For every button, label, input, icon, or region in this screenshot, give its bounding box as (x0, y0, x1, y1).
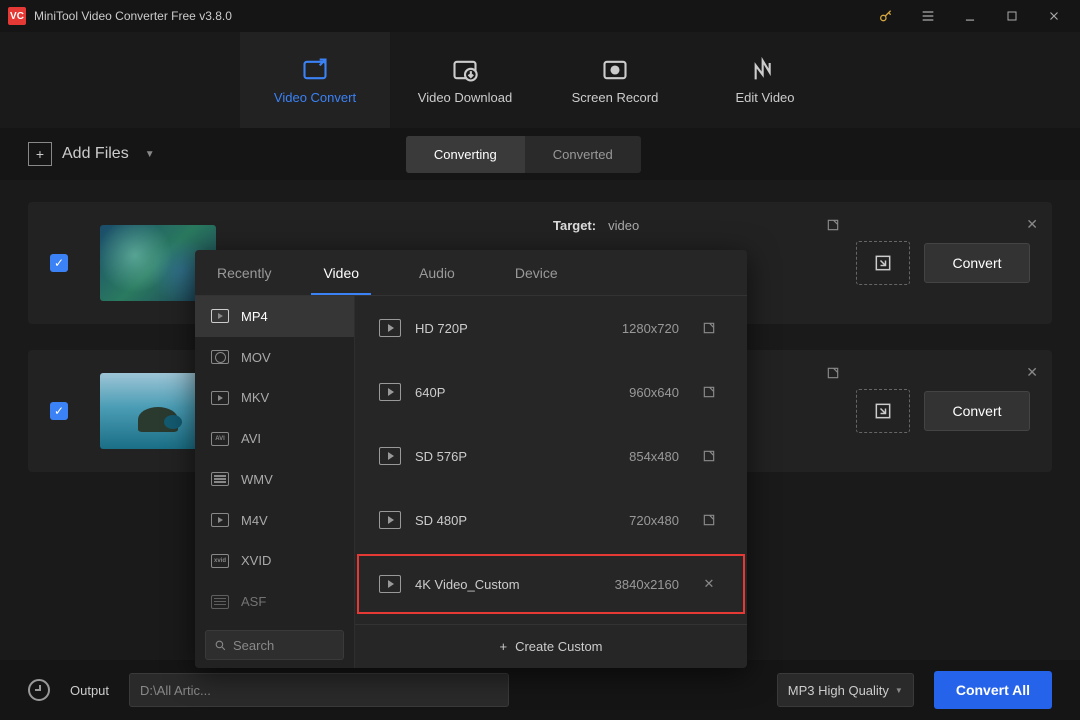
edit-preset-icon[interactable] (701, 384, 717, 400)
convert-button[interactable]: Convert (924, 243, 1030, 283)
status-segmented: Converting Converted (406, 136, 641, 173)
add-files-button[interactable]: + Add Files ▼ (28, 142, 155, 166)
menu-icon[interactable] (910, 0, 946, 32)
output-path-field[interactable]: D:\All Artic... (129, 673, 509, 707)
close-window-button[interactable] (1036, 0, 1072, 32)
create-custom-button[interactable]: + Create Custom (355, 624, 747, 668)
format-mkv[interactable]: MKV (195, 378, 354, 419)
search-placeholder: Search (233, 638, 274, 653)
resolution-list[interactable]: HD 720P 1280x720 640P 960x640 SD 576P 85… (355, 296, 747, 668)
plus-icon: + (499, 639, 507, 654)
tab-label: Edit Video (735, 90, 794, 105)
video-file-icon (379, 575, 401, 593)
app-title: MiniTool Video Converter Free v3.8.0 (34, 9, 232, 23)
plus-icon: + (28, 142, 52, 166)
format-category-tabs: Recently Video Audio Device (195, 250, 747, 296)
tab-label: Video Download (418, 90, 512, 105)
edit-target-icon[interactable] (826, 218, 840, 235)
tab-edit-video[interactable]: Edit Video (690, 32, 840, 128)
tab-label: Video Convert (274, 90, 356, 105)
tab-recently[interactable]: Recently (195, 250, 293, 295)
format-list[interactable]: MP4 MOV MKV AVIAVI WMV M4V xvidXVID ASF … (195, 296, 355, 668)
video-file-icon (379, 511, 401, 529)
tab-video-convert[interactable]: Video Convert (240, 32, 390, 128)
app-logo-icon: VC (8, 7, 26, 25)
resolution-option[interactable]: HD 720P 1280x720 (355, 296, 747, 360)
edit-preset-icon[interactable] (701, 320, 717, 336)
tab-label: Screen Record (572, 90, 659, 105)
target-label: Target: (553, 218, 596, 233)
upgrade-key-icon[interactable] (868, 0, 904, 32)
output-label: Output (70, 683, 109, 698)
video-file-icon (379, 319, 401, 337)
add-files-label: Add Files (62, 145, 129, 163)
quality-value: MP3 High Quality (788, 683, 889, 698)
tab-audio-formats[interactable]: Audio (389, 250, 485, 295)
output-format-select[interactable]: MP3 High Quality ▼ (777, 673, 914, 707)
main-feature-tabs: Video Convert Video Download Screen Reco… (0, 32, 1080, 128)
maximize-button[interactable] (994, 0, 1030, 32)
target-format-box[interactable] (856, 241, 910, 285)
tab-converting[interactable]: Converting (406, 136, 525, 173)
resolution-option[interactable]: 640P 960x640 (355, 360, 747, 424)
search-icon (214, 639, 227, 652)
toolbar: + Add Files ▼ Converting Converted (0, 128, 1080, 180)
title-bar: VC MiniTool Video Converter Free v3.8.0 (0, 0, 1080, 32)
schedule-icon[interactable] (28, 679, 50, 701)
video-file-icon (379, 447, 401, 465)
convert-all-button[interactable]: Convert All (934, 671, 1052, 709)
output-path-text: D:\All Artic... (140, 683, 211, 698)
chevron-down-icon: ▼ (895, 686, 903, 695)
video-file-icon (379, 383, 401, 401)
resolution-option[interactable]: SD 576P 854x480 (355, 424, 747, 488)
remove-file-icon[interactable]: ✕ (1026, 216, 1038, 233)
tab-converted[interactable]: Converted (525, 136, 641, 173)
resolution-option[interactable]: SD 480P 720x480 (355, 488, 747, 552)
format-xvid[interactable]: xvidXVID (195, 541, 354, 582)
minimize-button[interactable] (952, 0, 988, 32)
create-custom-label: Create Custom (515, 639, 602, 654)
tab-screen-record[interactable]: Screen Record (540, 32, 690, 128)
remove-file-icon[interactable]: ✕ (1026, 364, 1038, 381)
tab-device-formats[interactable]: Device (485, 250, 588, 295)
target-value: video (608, 218, 639, 233)
format-asf[interactable]: ASF (195, 581, 354, 622)
file-checkbox[interactable]: ✓ (50, 402, 68, 420)
format-m4v[interactable]: M4V (195, 500, 354, 541)
edit-target-icon[interactable] (826, 366, 840, 383)
tab-video-formats[interactable]: Video (293, 250, 389, 295)
delete-preset-icon[interactable]: ✕ (701, 576, 717, 592)
convert-button[interactable]: Convert (924, 391, 1030, 431)
edit-preset-icon[interactable] (701, 512, 717, 528)
tab-video-download[interactable]: Video Download (390, 32, 540, 128)
file-checkbox[interactable]: ✓ (50, 254, 68, 272)
chevron-down-icon[interactable]: ▼ (145, 149, 155, 160)
format-search-input[interactable]: Search (205, 630, 344, 660)
edit-preset-icon[interactable] (701, 448, 717, 464)
format-mp4[interactable]: MP4 (195, 296, 354, 337)
format-picker-popup: Recently Video Audio Device MP4 MOV MKV … (195, 250, 747, 668)
format-avi[interactable]: AVIAVI (195, 418, 354, 459)
resolution-option-custom[interactable]: 4K Video_Custom 3840x2160 ✕ (355, 552, 747, 616)
target-format-box[interactable] (856, 389, 910, 433)
format-mov[interactable]: MOV (195, 337, 354, 378)
footer-bar: Output D:\All Artic... Convert ... files… (0, 660, 1080, 720)
format-wmv[interactable]: WMV (195, 459, 354, 500)
